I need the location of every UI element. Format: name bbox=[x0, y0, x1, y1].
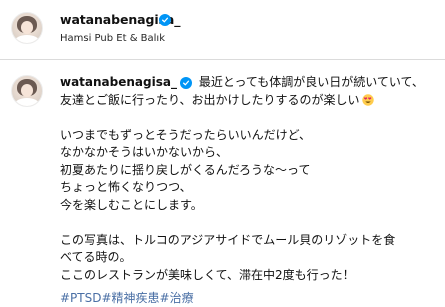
caption-line: 今を楽しむことにします。 bbox=[60, 197, 203, 212]
caption-avatar[interactable] bbox=[11, 75, 43, 107]
location-link[interactable]: Hamsi Pub Et & Balık bbox=[60, 33, 165, 44]
verified-badge-icon bbox=[179, 77, 192, 89]
caption: watanabenagisa_ 最近とっても体調が良い日が続いていて、 友達とご… bbox=[60, 74, 440, 284]
hashtags: #PTSD#精神疾患#治療 bbox=[60, 289, 194, 306]
divider bbox=[0, 59, 445, 60]
caption-line: 初夏あたりに揺り戻しがくるんだろうな〜って bbox=[60, 162, 311, 177]
post-header: watanabenagisa_ Hamsi Pub Et & Balık bbox=[0, 0, 445, 58]
caption-line: 最近とっても体調が良い日が続いていて、 bbox=[198, 75, 424, 89]
caption-username[interactable]: watanabenagisa_ bbox=[60, 75, 177, 89]
caption-line: 友達とご飯に行ったり、お出かけしたりするのが楽しい bbox=[60, 92, 360, 107]
caption-line: ここのレストランが美味しくて、滞在中2度も行った！ bbox=[60, 267, 355, 282]
caption-line: なかなかそうはいかないから、 bbox=[60, 145, 229, 159]
caption-line: ちょっと怖くなりつつ、 bbox=[60, 180, 192, 194]
hashtag-link[interactable]: #PTSD bbox=[60, 291, 101, 305]
caption-line: べてる時の。 bbox=[60, 250, 132, 264]
caption-line: いつまでもずっとそうだったらいいんだけど、 bbox=[60, 127, 312, 142]
verified-badge-icon bbox=[159, 14, 171, 26]
hashtag-link[interactable]: #精神疾患 bbox=[101, 291, 159, 305]
avatar[interactable] bbox=[11, 12, 43, 44]
caption-line: この写真は、トルコのアジアサイドでムール貝のリゾットを食 bbox=[60, 232, 396, 247]
hashtag-link[interactable]: #治療 bbox=[160, 291, 194, 305]
heart-eyes-emoji-icon bbox=[361, 93, 374, 106]
